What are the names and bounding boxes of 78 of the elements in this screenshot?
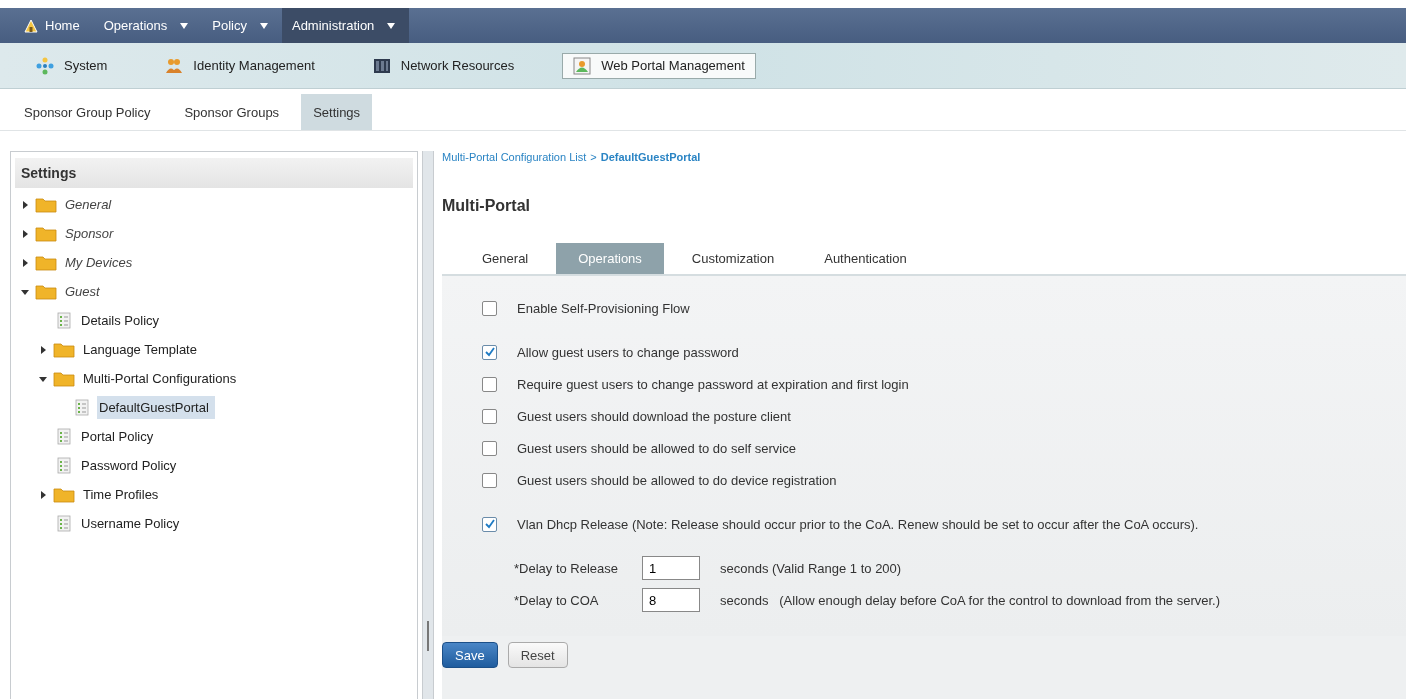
home-icon (24, 18, 38, 33)
checkbox[interactable] (482, 516, 497, 532)
document-icon (57, 428, 71, 445)
nav-menu-item[interactable]: Home (14, 8, 94, 43)
document-icon (57, 312, 71, 329)
input-field[interactable]: 1 (642, 556, 700, 580)
checkbox-label: Require guest users to change password at expiration and first login (517, 376, 909, 392)
checkbox[interactable] (482, 376, 497, 392)
sub-nav-tab[interactable]: Network Resources (362, 54, 525, 77)
checkbox-label: Allow guest users to change password (517, 344, 739, 360)
server-rack-icon (372, 57, 391, 74)
expand-arrow-icon[interactable] (21, 229, 29, 238)
checkbox[interactable] (482, 408, 497, 424)
tree-item[interactable]: Portal Policy (79, 425, 160, 448)
field-label: *Delay to Release (514, 560, 620, 576)
document-icon (57, 457, 71, 474)
checkbox-label: Guest users should be allowed to do self service (517, 440, 796, 456)
users-icon (165, 56, 184, 75)
page-title: Multi-Portal (442, 197, 531, 215)
expand-arrow-icon[interactable] (39, 490, 47, 499)
folder-icon (53, 370, 75, 387)
collapse-arrow-icon[interactable] (21, 287, 29, 296)
folder-icon (35, 283, 57, 300)
section-tab[interactable]: Settings (301, 94, 373, 130)
input-field[interactable]: 8 (642, 588, 700, 612)
sparkle-icon (36, 56, 54, 75)
tree-item[interactable]: Password Policy (79, 454, 183, 477)
field-hint: seconds (Valid Range 1 to 200) (720, 560, 902, 576)
checkbox[interactable] (482, 344, 497, 360)
caret-icon (180, 22, 189, 29)
checkbox-label: Guest users should download the posture client (517, 408, 791, 424)
breadcrumb-current: DefaultGuestPortal (600, 151, 701, 163)
tree-item[interactable]: Username Policy (79, 512, 186, 535)
folder-icon (53, 341, 75, 358)
folder-icon (35, 225, 57, 242)
nav-menu-item[interactable]: Policy (202, 8, 282, 43)
breadcrumb-separator: > (590, 151, 597, 163)
nav-menu-item[interactable]: Operations (93, 8, 203, 43)
folder-icon (35, 196, 57, 213)
tree-item[interactable]: Sponsor (63, 222, 120, 245)
panel-title: Settings (15, 158, 413, 188)
tree-item[interactable]: DefaultGuestPortal (97, 396, 215, 419)
sub-nav-tab[interactable]: Identity Management (155, 53, 325, 78)
checkbox[interactable] (482, 472, 497, 488)
folder-icon (35, 254, 57, 271)
tree-item[interactable]: Multi-Portal Configurations (81, 367, 243, 390)
checkbox-label: Enable Self-Provisioning Flow (517, 300, 690, 316)
expand-arrow-icon[interactable] (21, 200, 29, 209)
tree-item[interactable]: Time Profiles (81, 483, 165, 506)
breadcrumb-link[interactable]: Multi-Portal Configuration List (442, 151, 587, 163)
portal-icon (573, 56, 592, 75)
sub-nav-tab[interactable]: System (26, 53, 118, 78)
reset-button[interactable]: Reset (507, 642, 568, 668)
sub-nav-tab[interactable]: Web Portal Management (562, 52, 756, 79)
tree-item[interactable]: Language Template (81, 338, 203, 361)
splitter-handle[interactable] (422, 151, 434, 699)
caret-icon (387, 22, 396, 29)
document-icon (75, 399, 89, 416)
tree-item[interactable]: General (63, 193, 118, 216)
document-icon (57, 515, 71, 532)
expand-arrow-icon[interactable] (21, 258, 29, 267)
nav-menu-item[interactable]: Administration (281, 8, 410, 43)
folder-icon (53, 486, 75, 503)
tree-item[interactable]: Guest (63, 280, 106, 303)
checkbox-label: Guest users should be allowed to do device registration (517, 472, 837, 488)
tree-item[interactable]: Details Policy (79, 309, 166, 332)
section-tab[interactable]: Sponsor Groups (172, 94, 292, 130)
field-label: *Delay to COA (514, 592, 600, 608)
section-tab[interactable]: Sponsor Group Policy (12, 94, 163, 130)
expand-arrow-icon[interactable] (39, 345, 47, 354)
checkbox[interactable] (482, 440, 497, 456)
caret-icon (259, 22, 268, 29)
field-hint: seconds (Allow enough delay before CoA for the control to download from the server.) (720, 592, 1221, 608)
checkbox[interactable] (482, 300, 497, 316)
tree-item[interactable]: My Devices (63, 251, 139, 274)
collapse-arrow-icon[interactable] (39, 374, 47, 383)
checkbox-label: Vlan Dhcp Release (Note: Release should occur prior to the CoA. Renew should be set to occur after the CoA occurs). (517, 516, 1199, 532)
save-button[interactable]: Save (442, 642, 498, 668)
